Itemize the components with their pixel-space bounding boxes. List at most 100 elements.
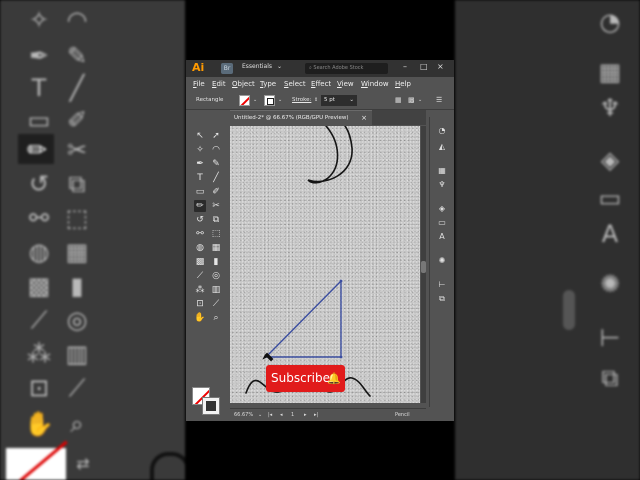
artboards-icon[interactable]: ▭ [436, 217, 448, 229]
rectangle-tool[interactable]: ▭ [194, 186, 206, 198]
triangle-anchor-point[interactable] [339, 355, 343, 359]
title-bar: Ai Br Essentials ⌄ ⌕ Search Adobe Stock –… [186, 60, 454, 77]
rotate-icon: ↺ [28, 170, 50, 198]
zoom-tool[interactable]: ⌕ [210, 312, 222, 324]
eraser-tool[interactable]: ✂ [210, 200, 222, 212]
color-icon[interactable]: ◭ [436, 141, 448, 153]
align-icon[interactable]: ▦ [395, 96, 402, 104]
panel-menu-icon[interactable]: ☰ [436, 96, 442, 104]
menu-select[interactable]: Select [284, 80, 306, 88]
eyedropper-tool[interactable]: ⟋ [194, 270, 206, 282]
mesh-tool[interactable]: ▩ [194, 256, 206, 268]
crescent-moon-path[interactable] [307, 126, 353, 184]
transform-icon[interactable]: ▩ [408, 96, 415, 104]
pathfinder-icon[interactable]: ⧉ [436, 293, 448, 305]
next-artboard-icon[interactable]: ▸ [304, 412, 307, 418]
prev-artboard-icon[interactable]: ◂ [280, 412, 283, 418]
stock-search-input[interactable]: ⌕ Search Adobe Stock [305, 63, 388, 74]
stroke-dropdown-icon[interactable]: ⌄ [278, 97, 282, 103]
menu-edit[interactable]: Edit [212, 80, 226, 88]
column-graph-tool[interactable]: ▥ [210, 284, 222, 296]
menu-file[interactable]: File [193, 80, 205, 88]
magic-wand-tool[interactable]: ✧ [194, 144, 206, 156]
pen-tool[interactable]: ✒ [194, 158, 206, 170]
panel-sun-icon: ✺ [599, 270, 621, 298]
curvature-tool[interactable]: ✎ [210, 158, 222, 170]
hand-tool[interactable]: ✋ [194, 312, 206, 324]
menu-type[interactable]: Type [260, 80, 276, 88]
paintbrush-tool[interactable]: ✐ [210, 186, 222, 198]
rotate-tool[interactable]: ↺ [194, 214, 206, 226]
triangle-anchor-point[interactable] [339, 279, 343, 283]
line-tool[interactable]: ╱ [210, 172, 222, 184]
blend-tool[interactable]: ◎ [210, 270, 222, 282]
last-artboard-icon[interactable]: ▸| [314, 412, 318, 418]
panel-layers-icon: ◈ [600, 146, 620, 174]
direct-selection-tool[interactable]: ➚ [210, 130, 222, 142]
pencil-tool[interactable]: ✏ [194, 200, 206, 212]
subscribe-button[interactable]: Subscribe 🔔 [266, 365, 345, 392]
vertical-scrollbar[interactable] [421, 126, 426, 403]
artboard-tool[interactable]: ⊡ [194, 298, 206, 310]
width-tool[interactable]: ⚯ [194, 228, 206, 240]
gradient-tool[interactable]: ▮ [210, 256, 222, 268]
menu-effect[interactable]: Effect [311, 80, 331, 88]
stroke-swatch-large[interactable] [202, 397, 220, 415]
lasso-tool[interactable]: ◠ [210, 144, 222, 156]
stroke-weight-field[interactable]: 5 pt ⌄ [321, 95, 357, 106]
maximize-button[interactable]: □ [420, 62, 428, 71]
document-tab-title: Untitled-2* @ 66.67% (RGB/GPU Preview) [234, 115, 349, 121]
minimize-button[interactable]: – [403, 62, 407, 71]
color-guide-icon[interactable]: ◔ [436, 125, 448, 137]
first-artboard-icon[interactable]: |◂ [268, 412, 272, 418]
panel-pathfinder-icon: ⧉ [601, 364, 619, 392]
align-panel-icon[interactable]: ⊢ [436, 279, 448, 291]
bridge-button[interactable]: Br [221, 63, 233, 74]
panel-rect-icon: ▭ [598, 184, 622, 212]
stroke-label[interactable]: Stroke: [292, 97, 311, 103]
subscribe-label: Subscribe [271, 371, 330, 385]
menu-object[interactable]: Object [232, 80, 255, 88]
selection-tool[interactable]: ↖ [194, 130, 206, 142]
character-icon[interactable]: A [436, 231, 448, 243]
fill-swatch[interactable] [239, 95, 250, 106]
workspace-switcher[interactable]: Essentials ⌄ [242, 63, 282, 70]
stroke-stepper-icon[interactable]: ⇕ [314, 97, 318, 103]
stroke-swatch[interactable] [264, 95, 275, 106]
zoom-dropdown-icon[interactable]: ⌄ [258, 412, 262, 418]
type-icon: T [31, 74, 47, 102]
menu-view[interactable]: View [337, 80, 354, 88]
symbol-sprayer-tool[interactable]: ⁂ [194, 284, 206, 296]
scroll-thumb[interactable] [421, 261, 426, 273]
video-frame: ✧ ◠ ✒ ✎ T ╱ ▭ ✐ ✏ ✂ ↺ ⧉ ⚯ ⬚ ◍ ▦ ▩ ▮ ⟋ ◎ … [0, 0, 640, 480]
brushes-icon[interactable]: ♆ [436, 179, 448, 191]
scale-tool[interactable]: ⧉ [210, 214, 222, 226]
document-tab[interactable]: Untitled-2* @ 66.67% (RGB/GPU Preview) × [230, 110, 372, 125]
slice-tool[interactable]: ⟋ [210, 298, 222, 310]
close-button[interactable]: × [437, 62, 444, 71]
shape-builder-tool[interactable]: ◍ [194, 242, 206, 254]
appearance-icon[interactable]: ✺ [436, 255, 448, 267]
artboard-number[interactable]: 1 [291, 412, 294, 418]
curvature-icon: ✎ [66, 42, 88, 70]
chevron-down-icon[interactable]: ⌄ [418, 97, 422, 103]
triangle-path[interactable] [265, 280, 342, 358]
menu-window[interactable]: Window [361, 80, 389, 88]
perspective-grid-tool[interactable]: ▦ [210, 242, 222, 254]
type-tool[interactable]: T [194, 172, 206, 184]
panel-swatches-icon: ▦ [598, 58, 622, 86]
free-transform-tool[interactable]: ⬚ [210, 228, 222, 240]
scissors-icon: ✂ [66, 136, 88, 164]
menu-help[interactable]: Help [395, 80, 411, 88]
layers-icon[interactable]: ◈ [436, 203, 448, 215]
fill-stroke-widget[interactable] [192, 387, 222, 417]
swatches-icon[interactable]: ▦ [436, 165, 448, 177]
close-tab-icon[interactable]: × [361, 111, 367, 125]
ai-logo: Ai [192, 61, 205, 74]
tools-panel: ↖ ➚ ✧ ◠ ✒ ✎ T ╱ ▭ ✐ ✏ ✂ ↺ ⧉ ⚯ ⬚ ◍ ▦ ▩ ▮ … [192, 130, 228, 420]
fill-dropdown-icon[interactable]: ⌄ [253, 97, 257, 103]
shape-builder-icon: ◍ [28, 238, 50, 266]
artboard-canvas[interactable] [230, 126, 420, 403]
zoom-level[interactable]: 66.67% [234, 412, 253, 418]
slice-icon: ⟋ [68, 374, 86, 402]
